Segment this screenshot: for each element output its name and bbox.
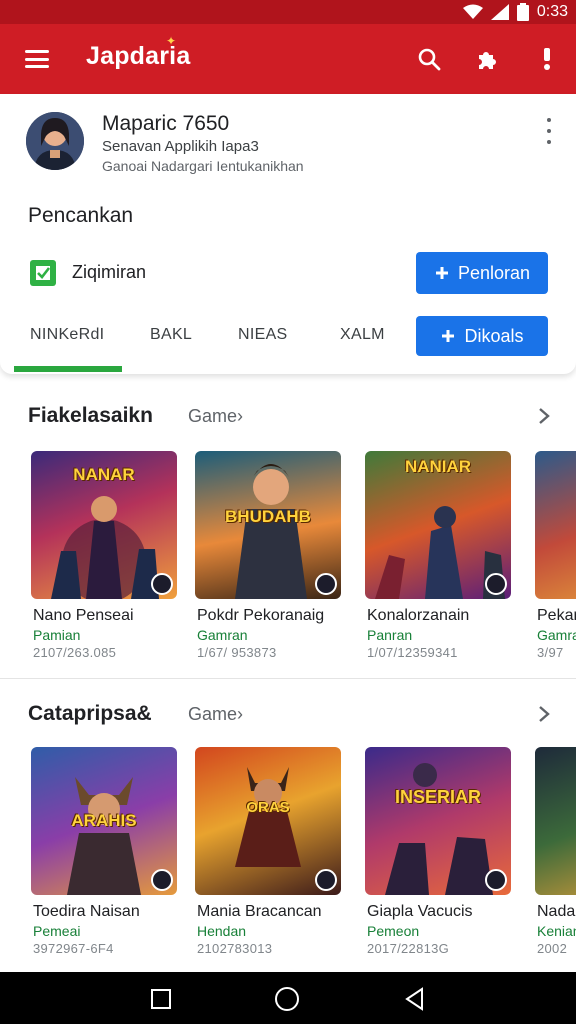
game-thumbnail: ORAS — [195, 747, 341, 895]
game-name: Giapla Vacucis — [367, 903, 473, 920]
back-triangle-icon[interactable] — [402, 986, 428, 1012]
row-subtitle[interactable]: Game› — [188, 704, 243, 725]
secondary-action-button[interactable]: Dikoals — [416, 316, 548, 356]
game-category: Pamian — [33, 627, 81, 643]
wifi-icon — [462, 4, 483, 19]
recents-square-icon[interactable] — [148, 986, 174, 1012]
tab-1[interactable]: NINKeRdI — [30, 326, 104, 344]
profile-card: Maparic 7650 Senavan Applikih Iapa3 Gano… — [0, 94, 576, 374]
sparkle-icon: ✦ — [166, 34, 177, 48]
status-icons: 0:33 — [462, 2, 568, 22]
poster-text: ARAHIS — [71, 811, 137, 830]
game-badge — [315, 573, 337, 595]
game-tile[interactable]: ORAS Mania Bracancan Hendan 2102783013 — [195, 747, 347, 957]
game-badge — [485, 869, 507, 891]
puzzle-icon[interactable] — [472, 44, 502, 74]
game-thumbnail — [535, 451, 576, 599]
chevron-right-icon[interactable] — [536, 704, 552, 724]
game-tile[interactable]: NANAR Nano Penseai Pamian 2107/263.085 — [31, 451, 183, 661]
game-tile[interactable]: INSERIAR Giapla Vacucis Pemeon 2017/2281… — [365, 747, 517, 957]
checkbox-label: Ziqimiran — [72, 262, 147, 282]
tab-3[interactable]: NIEAS — [238, 326, 288, 344]
game-category: Kenian — [537, 923, 576, 939]
user-subtitle: Senavan Applikih Iapa3 — [102, 138, 259, 155]
game-category: Gamra — [537, 627, 576, 643]
status-bar: 0:33 — [0, 0, 576, 24]
game-category: Pemeon — [367, 923, 420, 939]
notification-icon[interactable] — [532, 44, 562, 74]
home-circle-icon[interactable] — [274, 986, 300, 1012]
game-meta: 2002 — [537, 941, 568, 956]
divider — [0, 678, 576, 679]
tab-indicator — [14, 366, 122, 372]
game-name: Nano Penseai — [33, 607, 134, 624]
row-subtitle[interactable]: Game› — [188, 406, 243, 427]
game-category: Pemeai — [33, 923, 81, 939]
primary-action-button[interactable]: Penloran — [416, 252, 548, 294]
game-thumbnail: NANIAR — [365, 451, 511, 599]
poster-text: BHUDAHB — [225, 507, 311, 526]
game-name: Konalorzanain — [367, 607, 470, 624]
primary-action-label: Penloran — [457, 262, 531, 283]
row-title: Fiakelasaikn — [28, 404, 153, 427]
app-title: Japdaria ✦ — [86, 34, 190, 71]
game-tile[interactable]: NANIAR Konalorzanain Panran 1/07/1235934… — [365, 451, 517, 661]
chevron-right-icon[interactable] — [536, 406, 552, 426]
tab-2[interactable]: BAKL — [150, 326, 192, 344]
avatar[interactable] — [26, 112, 84, 170]
game-tile[interactable]: BHUDAHB Pokdr Pekoranaig Gamran 1/67/ 95… — [195, 451, 347, 661]
search-icon[interactable] — [414, 44, 444, 74]
app-bar: Japdaria ✦ — [0, 24, 576, 94]
user-detail: Ganoai Nadargari Ientukanikhan — [102, 158, 304, 174]
status-time: 0:33 — [536, 3, 568, 20]
checkbox[interactable] — [30, 260, 56, 286]
battery-icon — [516, 3, 529, 21]
game-category: Hendan — [197, 923, 247, 939]
game-name: Mania Bracancan — [197, 903, 322, 920]
game-meta: 1/67/ 953873 — [197, 645, 277, 660]
game-name: Pekar — [537, 607, 576, 624]
section-title: Pencankan — [28, 204, 134, 227]
signal-icon — [490, 4, 509, 20]
game-name: Pokdr Pekoranaig — [197, 607, 325, 624]
game-badge — [151, 869, 173, 891]
more-vert-icon[interactable] — [544, 118, 554, 144]
poster-text: INSERIAR — [394, 787, 481, 807]
user-name: Maparic 7650 — [102, 112, 230, 135]
poster-text: NANIAR — [404, 457, 472, 476]
game-badge — [485, 573, 507, 595]
game-thumbnail — [535, 747, 576, 895]
game-name: Toedira Naisan — [33, 903, 140, 920]
game-name: Nadar — [537, 903, 576, 920]
poster-text: ORAS — [246, 799, 290, 816]
plus-icon — [442, 330, 455, 342]
system-nav-bar — [0, 972, 576, 1024]
plus-icon — [435, 267, 448, 279]
game-tile[interactable]: Pekar Gamra 3/97 — [535, 451, 576, 661]
game-thumbnail: ARAHIS — [31, 747, 177, 895]
game-category: Gamran — [197, 627, 248, 643]
poster-text: NANAR — [73, 465, 135, 484]
game-tile[interactable]: ARAHIS Toedira Naisan Pemeai 3972967-6F4 — [31, 747, 183, 957]
game-category: Panran — [367, 627, 413, 643]
tab-4[interactable]: XALM — [340, 326, 385, 344]
game-meta: 3/97 — [537, 645, 564, 660]
game-badge — [151, 573, 173, 595]
game-thumbnail: BHUDAHB — [195, 451, 341, 599]
game-thumbnail: INSERIAR — [365, 747, 511, 895]
game-meta: 1/07/12359341 — [367, 645, 458, 660]
game-meta: 3972967-6F4 — [33, 941, 114, 956]
game-meta: 2107/263.085 — [33, 645, 117, 660]
game-badge — [315, 869, 337, 891]
row-title: Catapripsa& — [28, 702, 152, 725]
check-icon — [36, 266, 51, 280]
menu-icon[interactable] — [22, 47, 52, 71]
game-thumbnail: NANAR — [31, 451, 177, 599]
game-meta: 2017/22813G — [367, 941, 450, 956]
game-meta: 2102783013 — [197, 941, 273, 956]
game-tile[interactable]: Nadar Kenian 2002 — [535, 747, 576, 957]
secondary-action-label: Dikoals — [464, 325, 524, 346]
